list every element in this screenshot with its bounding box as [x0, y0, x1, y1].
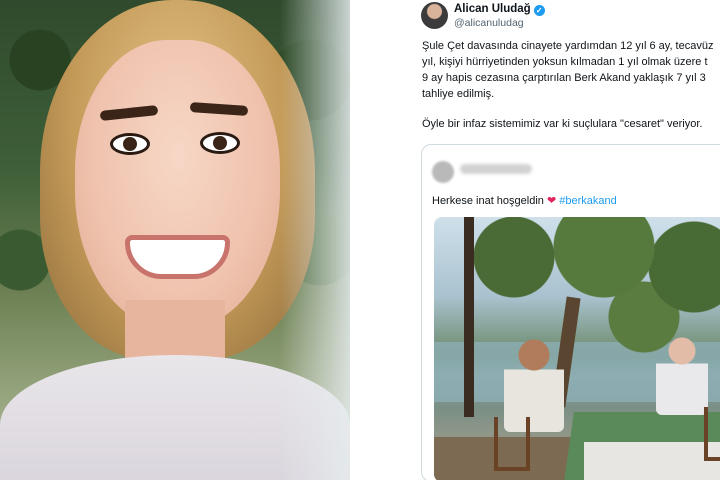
tweet-card: Alican Uludağ ✓ @alicanuludag Şule Çet da…: [418, 0, 720, 480]
portrait-right-eye: [200, 132, 240, 154]
photo-wooden-pole: [464, 217, 474, 417]
author-handle[interactable]: @alicanuludag: [454, 17, 524, 29]
portrait-left-eye: [110, 133, 150, 155]
portrait-smile: [125, 235, 230, 279]
author-name-row[interactable]: Alican Uludağ ✓: [454, 3, 545, 16]
quoted-tweet[interactable]: Herkese inat hoşgeldin ❤ #berkakand: [421, 144, 720, 480]
quoted-text: Herkese inat hoşgeldin: [432, 195, 544, 207]
author-name[interactable]: Alican Uludağ: [454, 3, 531, 15]
tweet-text-line: Şule Çet davasında cinayete yardımdan 12…: [422, 40, 714, 52]
photo-chair: [494, 417, 530, 471]
quoted-tweet-text: Herkese inat hoşgeldin ❤ #berkakand: [432, 194, 617, 207]
quoted-tweet-photo[interactable]: [434, 217, 720, 480]
photo-seated-woman: [656, 335, 708, 415]
tweet-header: Alican Uludağ ✓ @alicanuludag: [418, 2, 718, 34]
portrait-photo: [0, 0, 350, 480]
verified-badge-icon: ✓: [533, 5, 545, 16]
quoted-author-avatar-blurred: [432, 161, 454, 183]
portrait-face: [75, 40, 280, 330]
photo-tablecloth: [584, 442, 720, 480]
tweet-text-last-line: Öyle bir infaz sistemimiz var ki suçlula…: [422, 118, 703, 130]
quoted-author-name-blurred: [460, 164, 532, 174]
heart-emoji-icon: ❤: [546, 195, 557, 207]
photo-chair: [704, 407, 720, 461]
tweet-text-line: yıl, kişiyi hürriyetinden yoksun kılmada…: [422, 56, 708, 68]
photo-edge-fade: [280, 0, 350, 480]
tweet-text-line: tahliye edilmiş.: [422, 88, 495, 100]
hashtag-link[interactable]: #berkakand: [559, 195, 617, 207]
tweet-text: Şule Çet davasında cinayete yardımdan 12…: [422, 38, 720, 132]
author-avatar[interactable]: [421, 2, 448, 29]
tweet-text-line: 9 ay hapis cezasına çarptırılan Berk Aka…: [422, 72, 706, 84]
